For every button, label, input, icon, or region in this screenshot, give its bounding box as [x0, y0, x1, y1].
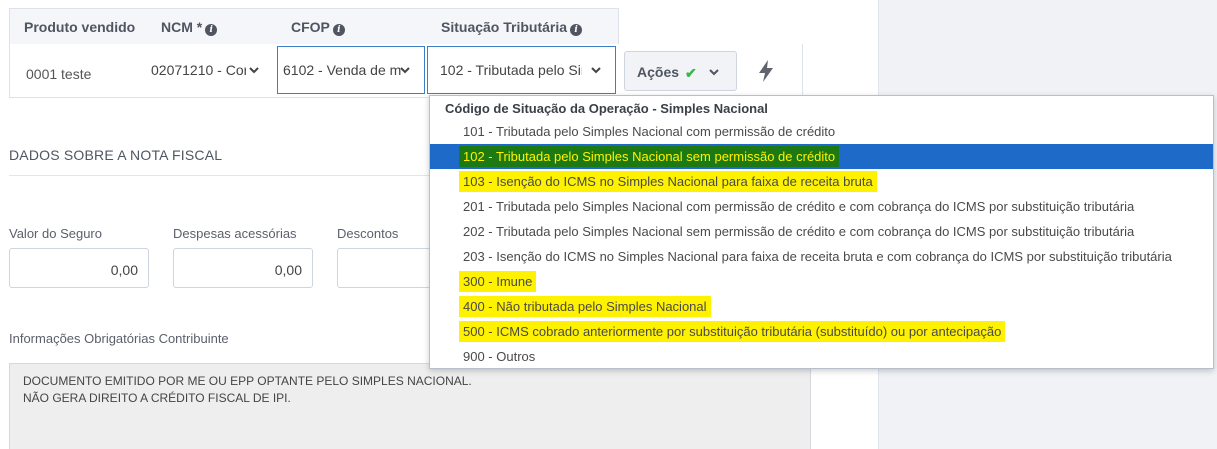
dropdown-option[interactable]: 101 - Tributada pelo Simples Nacional co…	[430, 119, 1213, 144]
info-icon[interactable]: i	[570, 24, 583, 36]
lightning-bolt-icon[interactable]	[756, 59, 776, 83]
descontos-label: Descontos	[337, 226, 399, 241]
table-header: Produto vendido NCM * i CFOP i Situação Tr…	[9, 8, 619, 45]
info-icon[interactable]: i	[332, 24, 345, 36]
info-label: Informações Obrigatórias Contribuinte	[9, 331, 229, 346]
dropdown-option[interactable]: 103 - Isenção do ICMS no Simples Naciona…	[430, 169, 1213, 194]
dropdown-option[interactable]: 201 - Tributada pelo Simples Nacional co…	[430, 194, 1213, 219]
dropdown-option-selected[interactable]: 102 - Tributada pelo Simples Nacional se…	[430, 144, 1213, 169]
section-divider	[9, 175, 429, 176]
situacao-dropdown: Código de Situação da Operação - Simples…	[429, 95, 1214, 369]
despesas-label: Despesas acessórias	[173, 226, 297, 241]
dropdown-option[interactable]: 500 - ICMS cobrado anteriormente por sub…	[430, 319, 1213, 344]
info-icon[interactable]: i	[205, 24, 218, 36]
dropdown-option[interactable]: 202 - Tributada pelo Simples Nacional se…	[430, 219, 1213, 244]
header-ncm: NCM * i	[161, 19, 218, 36]
despesas-input[interactable]: 0,00	[173, 248, 313, 288]
check-icon: ✔	[685, 65, 697, 81]
situacao-tributaria-select[interactable]: 102 - Tributada pelo Sir	[427, 46, 616, 94]
dropdown-option[interactable]: 203 - Isenção do ICMS no Simples Naciona…	[430, 244, 1213, 269]
chevron-down-icon	[709, 69, 719, 76]
header-cfop: CFOP i	[291, 19, 345, 36]
header-situacao: Situação Tributária i	[441, 19, 583, 36]
cfop-select[interactable]: 6102 - Venda de m	[277, 46, 425, 94]
chevron-down-icon	[400, 67, 410, 74]
chevron-down-icon	[249, 67, 259, 74]
ncm-select[interactable]: 02071210 - Cor	[148, 47, 266, 95]
dropdown-option[interactable]: 300 - Imune	[430, 269, 1213, 294]
dropdown-group-label: Código de Situação da Operação - Simples…	[445, 101, 768, 116]
chevron-down-icon	[591, 67, 601, 74]
info-textarea[interactable]: DOCUMENTO EMITIDO POR ME OU EPP OPTANTE …	[9, 363, 811, 449]
seguro-label: Valor do Seguro	[9, 226, 102, 241]
dropdown-option[interactable]: 400 - Não tributada pelo Simples Naciona…	[430, 294, 1213, 319]
acoes-button[interactable]: Ações ✔	[624, 51, 737, 91]
header-produto: Produto vendido	[24, 19, 136, 35]
seguro-input[interactable]: 0,00	[9, 248, 149, 288]
section-title: DADOS SOBRE A NOTA FISCAL	[9, 147, 223, 163]
dropdown-option[interactable]: 900 - Outros	[430, 344, 1213, 369]
produto-cell: 0001 teste	[26, 66, 92, 82]
